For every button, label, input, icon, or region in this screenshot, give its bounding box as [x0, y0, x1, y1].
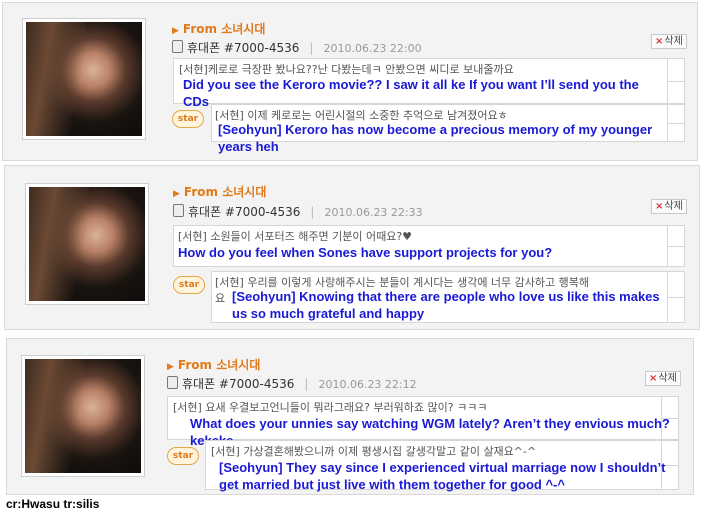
phone-number: 휴대폰 #7000-4536	[182, 377, 295, 391]
question-translation: How do you feel when Sones have support …	[178, 245, 553, 260]
message-meta: 휴대폰 #7000-4536 | 2010.06.23 22:12	[167, 375, 417, 392]
message-card-1: ▶ From 소녀시대 휴대폰 #7000-4536 | 2010.06.23 22:…	[2, 2, 698, 161]
timestamp: 2010.06.23 22:33	[324, 206, 423, 219]
question-korean: [서현]케로로 극장판 봤나요??난 다봤는데ㅋ 안봤으면 씨디로 보내줄까요	[179, 63, 514, 76]
sender-label: ▶ From 소녀시대	[167, 358, 261, 372]
star-badge[interactable]: star	[167, 447, 199, 465]
arrow-right-icon: ▶	[173, 189, 180, 199]
profile-photo	[22, 18, 146, 140]
question-korean: [서현] 요새 우결보고언니들이 뭐라그래요? 부러워하죠 많이? ㅋㅋㅋ	[173, 401, 488, 414]
phone-number: 휴대폰 #7000-4536	[188, 205, 301, 219]
profile-photo	[21, 355, 145, 477]
sender-label: ▶ From 소녀시대	[173, 185, 267, 199]
arrow-right-icon: ▶	[172, 26, 179, 36]
phone-icon	[173, 204, 184, 217]
arrow-right-icon: ▶	[167, 362, 174, 372]
phone-icon	[167, 376, 178, 389]
answer-translation: [Seohyun] They say since I experienced v…	[219, 460, 666, 492]
close-icon: ×	[655, 36, 664, 47]
message-card-2: ▶ From 소녀시대 휴대폰 #7000-4536 | 2010.06.23 22:…	[4, 165, 700, 330]
profile-photo	[25, 183, 149, 305]
star-badge[interactable]: star	[172, 110, 204, 128]
sender-label: ▶ From 소녀시대	[172, 22, 266, 36]
question-korean: [서현] 소원들이 서포터즈 해주면 기분이 어때요?♥	[178, 230, 413, 243]
timestamp: 2010.06.23 22:00	[323, 42, 422, 55]
timestamp: 2010.06.23 22:12	[318, 378, 417, 391]
answer-korean: [서현] 가상결혼해봤으니까 이제 평생시집 갈생각말고 같이 살재요^-^	[211, 445, 537, 458]
delete-button[interactable]: ×삭제	[645, 371, 681, 386]
delete-button[interactable]: ×삭제	[651, 199, 687, 214]
answer-translation: [Seohyun] Keroro has now become a precio…	[218, 122, 653, 154]
answer-translation: [Seohyun] Knowing that there are people …	[232, 289, 660, 321]
message-card-3: ▶ From 소녀시대 휴대폰 #7000-4536 | 2010.06.23 22:…	[6, 338, 694, 495]
credit-text: cr:Hwasu tr:silis	[6, 497, 100, 511]
answer-korean-cont: 요	[215, 292, 226, 305]
phone-number: 휴대폰 #7000-4536	[187, 41, 300, 55]
delete-button[interactable]: ×삭제	[651, 34, 687, 49]
message-meta: 휴대폰 #7000-4536 | 2010.06.23 22:33	[173, 203, 423, 220]
star-badge[interactable]: star	[173, 276, 205, 294]
phone-icon	[172, 40, 183, 53]
close-icon: ×	[649, 373, 658, 384]
message-meta: 휴대폰 #7000-4536 | 2010.06.23 22:00	[172, 39, 422, 56]
close-icon: ×	[655, 201, 664, 212]
